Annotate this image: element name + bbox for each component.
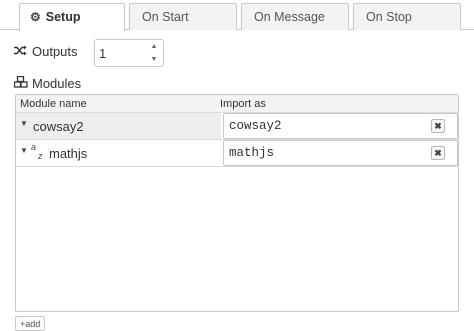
sort-alpha-top: a [31, 142, 37, 152]
column-header-import-as: Import as [220, 98, 266, 110]
caret-down-icon[interactable]: ▼ [20, 119, 28, 128]
add-button[interactable]: +add [15, 316, 45, 331]
tab-on-start[interactable]: On Start [129, 3, 237, 30]
outputs-label-text: Outputs [32, 44, 78, 59]
outputs-spinner: ▲ ▼ [94, 39, 164, 67]
add-button-label: add [25, 319, 41, 329]
modules-label-text: Modules [32, 76, 82, 91]
modules-table-header: Module name Import as [16, 95, 458, 113]
close-icon[interactable]: ✖ [431, 146, 445, 160]
spinner-down-icon[interactable]: ▼ [145, 53, 163, 66]
gear-icon: ⚙ [30, 10, 41, 24]
tab-setup-label: Setup [45, 10, 81, 24]
tab-on-stop[interactable]: On Stop [353, 3, 461, 30]
sort-alpha-bottom: z [38, 151, 43, 161]
modules-table: Module name Import as ▼ cowsay2 cowsay2 … [15, 94, 459, 312]
close-icon[interactable]: ✖ [431, 119, 445, 133]
import-as-field[interactable]: cowsay2 [223, 113, 458, 139]
tab-setup[interactable]: ⚙ Setup [19, 3, 125, 31]
tab-on-message[interactable]: On Message [241, 3, 349, 30]
tab-on-start-label: On Start [142, 10, 189, 24]
tab-bar: ⚙ Setup On Start On Message On Stop [0, 0, 474, 31]
shuffle-icon [14, 45, 28, 59]
cubes-icon [13, 75, 29, 91]
modules-label: Modules [13, 75, 82, 91]
spinner-up-icon[interactable]: ▲ [145, 40, 163, 53]
module-name-cell[interactable]: ▼ az mathjs [16, 140, 221, 166]
import-as-field[interactable]: mathjs [223, 140, 458, 166]
caret-down-icon[interactable]: ▼ [20, 146, 28, 155]
outputs-input[interactable] [99, 44, 145, 62]
outputs-label: Outputs [14, 44, 78, 59]
table-row: ▼ az mathjs mathjs ✖ [16, 140, 458, 167]
tab-on-message-label: On Message [254, 10, 325, 24]
module-name-cell[interactable]: ▼ cowsay2 [16, 113, 221, 139]
column-header-module-name: Module name [20, 98, 87, 110]
tab-on-stop-label: On Stop [366, 10, 412, 24]
module-name: mathjs [49, 146, 88, 161]
sort-alpha-icon: az [31, 143, 45, 163]
table-row: ▼ cowsay2 cowsay2 ✖ [16, 113, 458, 140]
module-name: cowsay2 [33, 119, 84, 134]
